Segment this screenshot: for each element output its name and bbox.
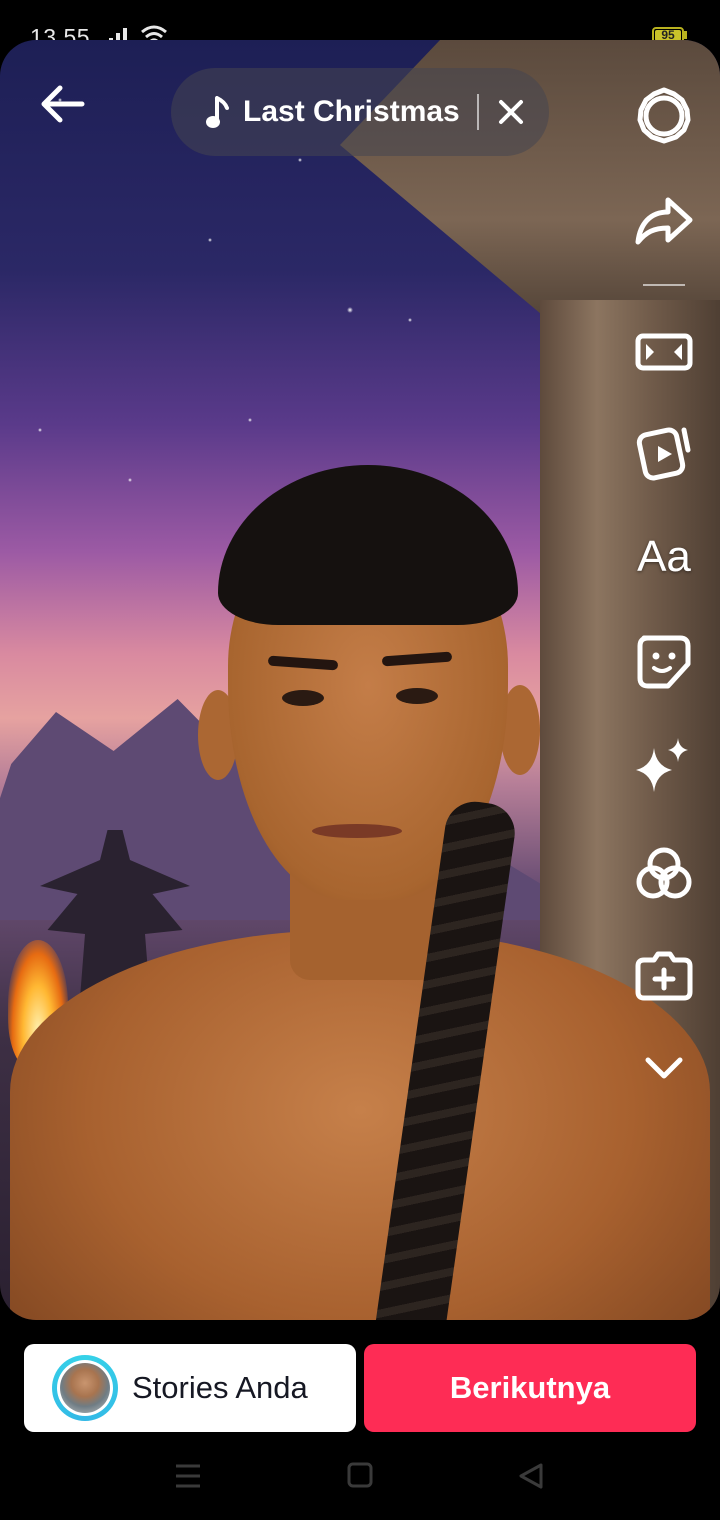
add-clip-button[interactable] (632, 944, 696, 1008)
share-icon (635, 197, 693, 245)
close-icon (499, 100, 523, 124)
back-triangle-icon (519, 1463, 543, 1489)
settings-icon (637, 87, 691, 144)
resize-icon (635, 333, 693, 371)
effects-icon (636, 738, 688, 792)
sticker-button[interactable] (632, 630, 696, 694)
menu-icon (176, 1464, 200, 1488)
share-button[interactable] (632, 188, 696, 252)
filters-icon (636, 847, 692, 899)
template-icon (636, 427, 691, 481)
sticker-icon (637, 635, 691, 689)
back-arrow-icon (41, 85, 85, 123)
music-title: Last Christmas (243, 95, 460, 128)
remove-music-button[interactable] (495, 96, 527, 128)
home-square-icon (347, 1462, 373, 1488)
resize-button[interactable] (632, 320, 696, 384)
settings-button[interactable] (632, 84, 696, 148)
more-tools-button[interactable] (632, 1036, 696, 1100)
nav-recent-apps-button[interactable] (174, 1463, 202, 1494)
your-stories-button[interactable]: Stories Anda (24, 1344, 356, 1432)
avatar (52, 1355, 118, 1421)
add-clip-icon (635, 951, 693, 1001)
stories-label: Stories Anda (132, 1370, 308, 1405)
video-preview[interactable] (0, 40, 720, 1320)
text-button[interactable]: Aa (632, 524, 696, 588)
next-button[interactable]: Berikutnya (364, 1344, 696, 1432)
nav-home-button[interactable] (347, 1462, 373, 1493)
text-icon: Aa (637, 532, 691, 581)
music-note-icon (205, 96, 231, 135)
back-button[interactable] (36, 80, 88, 128)
template-button[interactable] (632, 420, 696, 484)
filters-button[interactable] (632, 842, 696, 906)
divider (477, 94, 479, 130)
music-selector[interactable]: Last Christmas (171, 68, 549, 156)
next-label: Berikutnya (449, 1370, 611, 1405)
toolbar-divider (643, 284, 685, 286)
chevron-down-icon (645, 1057, 683, 1079)
effects-button[interactable] (632, 734, 696, 798)
nav-back-button[interactable] (518, 1462, 544, 1495)
